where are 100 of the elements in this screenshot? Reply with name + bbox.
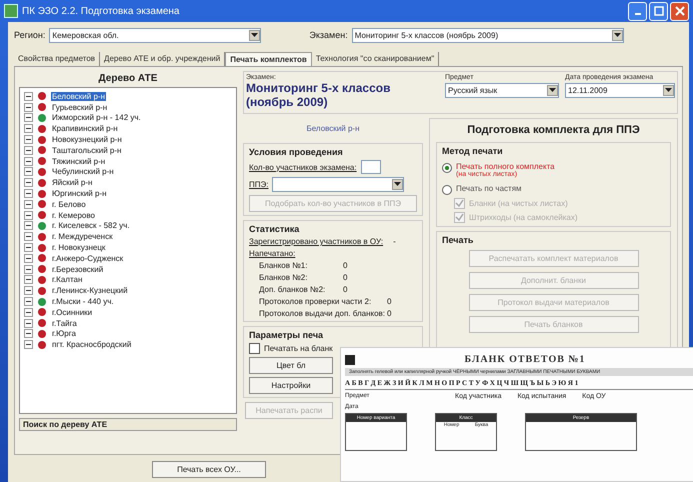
unit-link[interactable]: Беловский р-н [243, 118, 423, 139]
expand-icon[interactable] [24, 286, 33, 296]
tree-item[interactable]: г. Белово [51, 200, 87, 209]
kit-title: Подготовка комплекта для ППЭ [466, 123, 641, 138]
expand-icon[interactable] [24, 297, 33, 306]
search-field[interactable]: Поиск по дереву АТЕ [19, 418, 237, 431]
stat-value: 0 [343, 273, 348, 282]
stat-value: 0 [343, 285, 348, 294]
radio-button[interactable] [442, 163, 452, 173]
tree-item[interactable]: Беловский р-н [51, 92, 106, 101]
print-all-button[interactable]: Печать всех ОУ... [152, 461, 266, 478]
expand-icon[interactable] [24, 254, 33, 263]
maximize-button[interactable] [649, 2, 668, 20]
count-field[interactable] [360, 160, 381, 174]
tree-item[interactable]: Чебулинский р-н [51, 167, 115, 176]
corner-marker [345, 354, 355, 364]
tree-item[interactable]: Таштагольский р-н [51, 146, 122, 155]
exam-title: Мониторинг 5-х классов (ноябрь 2009) [246, 81, 392, 109]
exam-label: Экзамен: [309, 30, 348, 40]
expand-icon[interactable] [24, 178, 33, 188]
sheet-title: БЛАНК ОТВЕТОВ №1 [464, 354, 586, 365]
tree-item[interactable]: г. Кемерово [51, 210, 96, 220]
expand-icon[interactable] [24, 243, 33, 252]
maximize-icon [654, 6, 664, 16]
expand-icon[interactable] [24, 200, 33, 209]
region-dropdown[interactable]: Кемеровская обл. [49, 28, 262, 42]
date-dropdown[interactable]: 12.11.2009 [565, 83, 675, 98]
tree-item[interactable]: Ижморский р-н - 142 уч. [51, 113, 142, 122]
tree-item[interactable]: Яйский р-н [51, 178, 94, 188]
expand-icon[interactable] [24, 135, 33, 144]
expand-icon[interactable] [24, 156, 33, 166]
expand-icon[interactable] [24, 113, 33, 122]
tree-item[interactable]: Тяжинский р-н [51, 156, 106, 166]
close-button[interactable] [670, 2, 689, 20]
app-icon [4, 4, 18, 18]
minimize-button[interactable] [628, 2, 647, 20]
expand-icon[interactable] [24, 189, 33, 198]
params-button[interactable]: Настройки [249, 377, 333, 394]
checkbox-label: Штрихкоды (на самоклейках) [469, 213, 578, 222]
expand-icon[interactable] [24, 275, 33, 284]
printed-label: Напечатано: [249, 249, 296, 258]
tree-item[interactable]: г.Анжеро-Судженск [51, 254, 124, 263]
tree-item[interactable]: пгт. Красносбродский [51, 340, 132, 350]
stat-value: 0 [387, 297, 392, 306]
expand-icon[interactable] [24, 221, 33, 230]
tree-item[interactable]: г.Осинники [51, 308, 94, 317]
expand-icon[interactable] [24, 264, 33, 274]
registered-value: - [393, 237, 396, 246]
tab[interactable]: Свойства предметов [14, 52, 100, 66]
radio-button[interactable] [442, 185, 452, 195]
stat-value: 0 [343, 261, 348, 270]
tree-item[interactable]: г.Калтан [51, 275, 84, 284]
tree-item[interactable]: г.Березовский [51, 264, 104, 274]
window-title: ПК ЭЗО 2.2. Подготовка экзамена [22, 6, 180, 16]
params-button[interactable]: Цвет бл [249, 357, 333, 374]
expand-icon[interactable] [24, 167, 33, 176]
tree-item[interactable]: г. Междуреченск [51, 232, 114, 242]
tab[interactable]: Технология "со сканированием" [312, 52, 440, 66]
subject-dropdown[interactable]: Русский язык [445, 83, 559, 98]
tab[interactable]: Печать комплектов [225, 52, 312, 66]
expand-icon[interactable] [24, 102, 33, 112]
tree-item[interactable]: г. Киселевск - 582 уч. [51, 221, 131, 230]
checkbox-label: Бланки (на чистых листах) [469, 199, 568, 208]
tree-item[interactable]: г.Юрга [51, 329, 77, 338]
expand-icon[interactable] [24, 92, 33, 101]
option-label: Печать полного комплекта [456, 162, 555, 171]
expand-icon[interactable] [24, 329, 33, 338]
group-title: Параметры печа [249, 330, 324, 340]
group-title: Статистика [249, 224, 300, 234]
region-label: Регион: [14, 30, 46, 40]
stat-label: Доп. бланков №2: [259, 285, 326, 294]
expand-icon[interactable] [24, 318, 33, 328]
exam-dropdown[interactable]: Мониторинг 5-х классов (ноябрь 2009) [352, 28, 624, 42]
stat-label: Бланков №1: [259, 261, 308, 270]
ppe-label: ППЭ: [249, 180, 268, 189]
panel-title: Дерево АТЕ [98, 72, 158, 86]
tree-item[interactable]: г.Тайга [51, 318, 78, 328]
tree-item[interactable]: Гурьевский р-н [51, 102, 108, 112]
expand-icon[interactable] [24, 124, 33, 134]
stat-label: Протоколов проверки части 2: [259, 297, 372, 306]
expand-icon[interactable] [24, 340, 33, 350]
tree-item[interactable]: г.Ленинск-Кузнецкий [51, 286, 129, 296]
option-label: Печать по частям [456, 184, 522, 193]
expand-icon[interactable] [24, 232, 33, 242]
minimize-icon [634, 13, 640, 15]
close-icon [674, 6, 684, 16]
group-title: Метод печати [442, 146, 504, 156]
tree-item[interactable]: Крапивинский р-н [51, 124, 119, 134]
expand-icon[interactable] [24, 210, 33, 220]
expand-icon[interactable] [24, 146, 33, 155]
count-label: Кол-во участников экзамена: [249, 162, 357, 172]
registered-label: Зарегистрировано участников в ОУ: [249, 237, 384, 246]
tree-item[interactable]: Новокузнецкий р-н [51, 135, 123, 144]
tree-item[interactable]: Юргинский р-н [51, 189, 108, 198]
checkbox[interactable] [249, 343, 260, 354]
tree-item[interactable]: г.Мыски - 440 уч. [51, 297, 115, 306]
tree-item[interactable]: г. Новокузнецк [51, 243, 106, 252]
checkbox-label: Печатать на бланк [264, 344, 333, 353]
stat-label: Бланков №2: [259, 273, 308, 282]
expand-icon[interactable] [24, 308, 33, 317]
